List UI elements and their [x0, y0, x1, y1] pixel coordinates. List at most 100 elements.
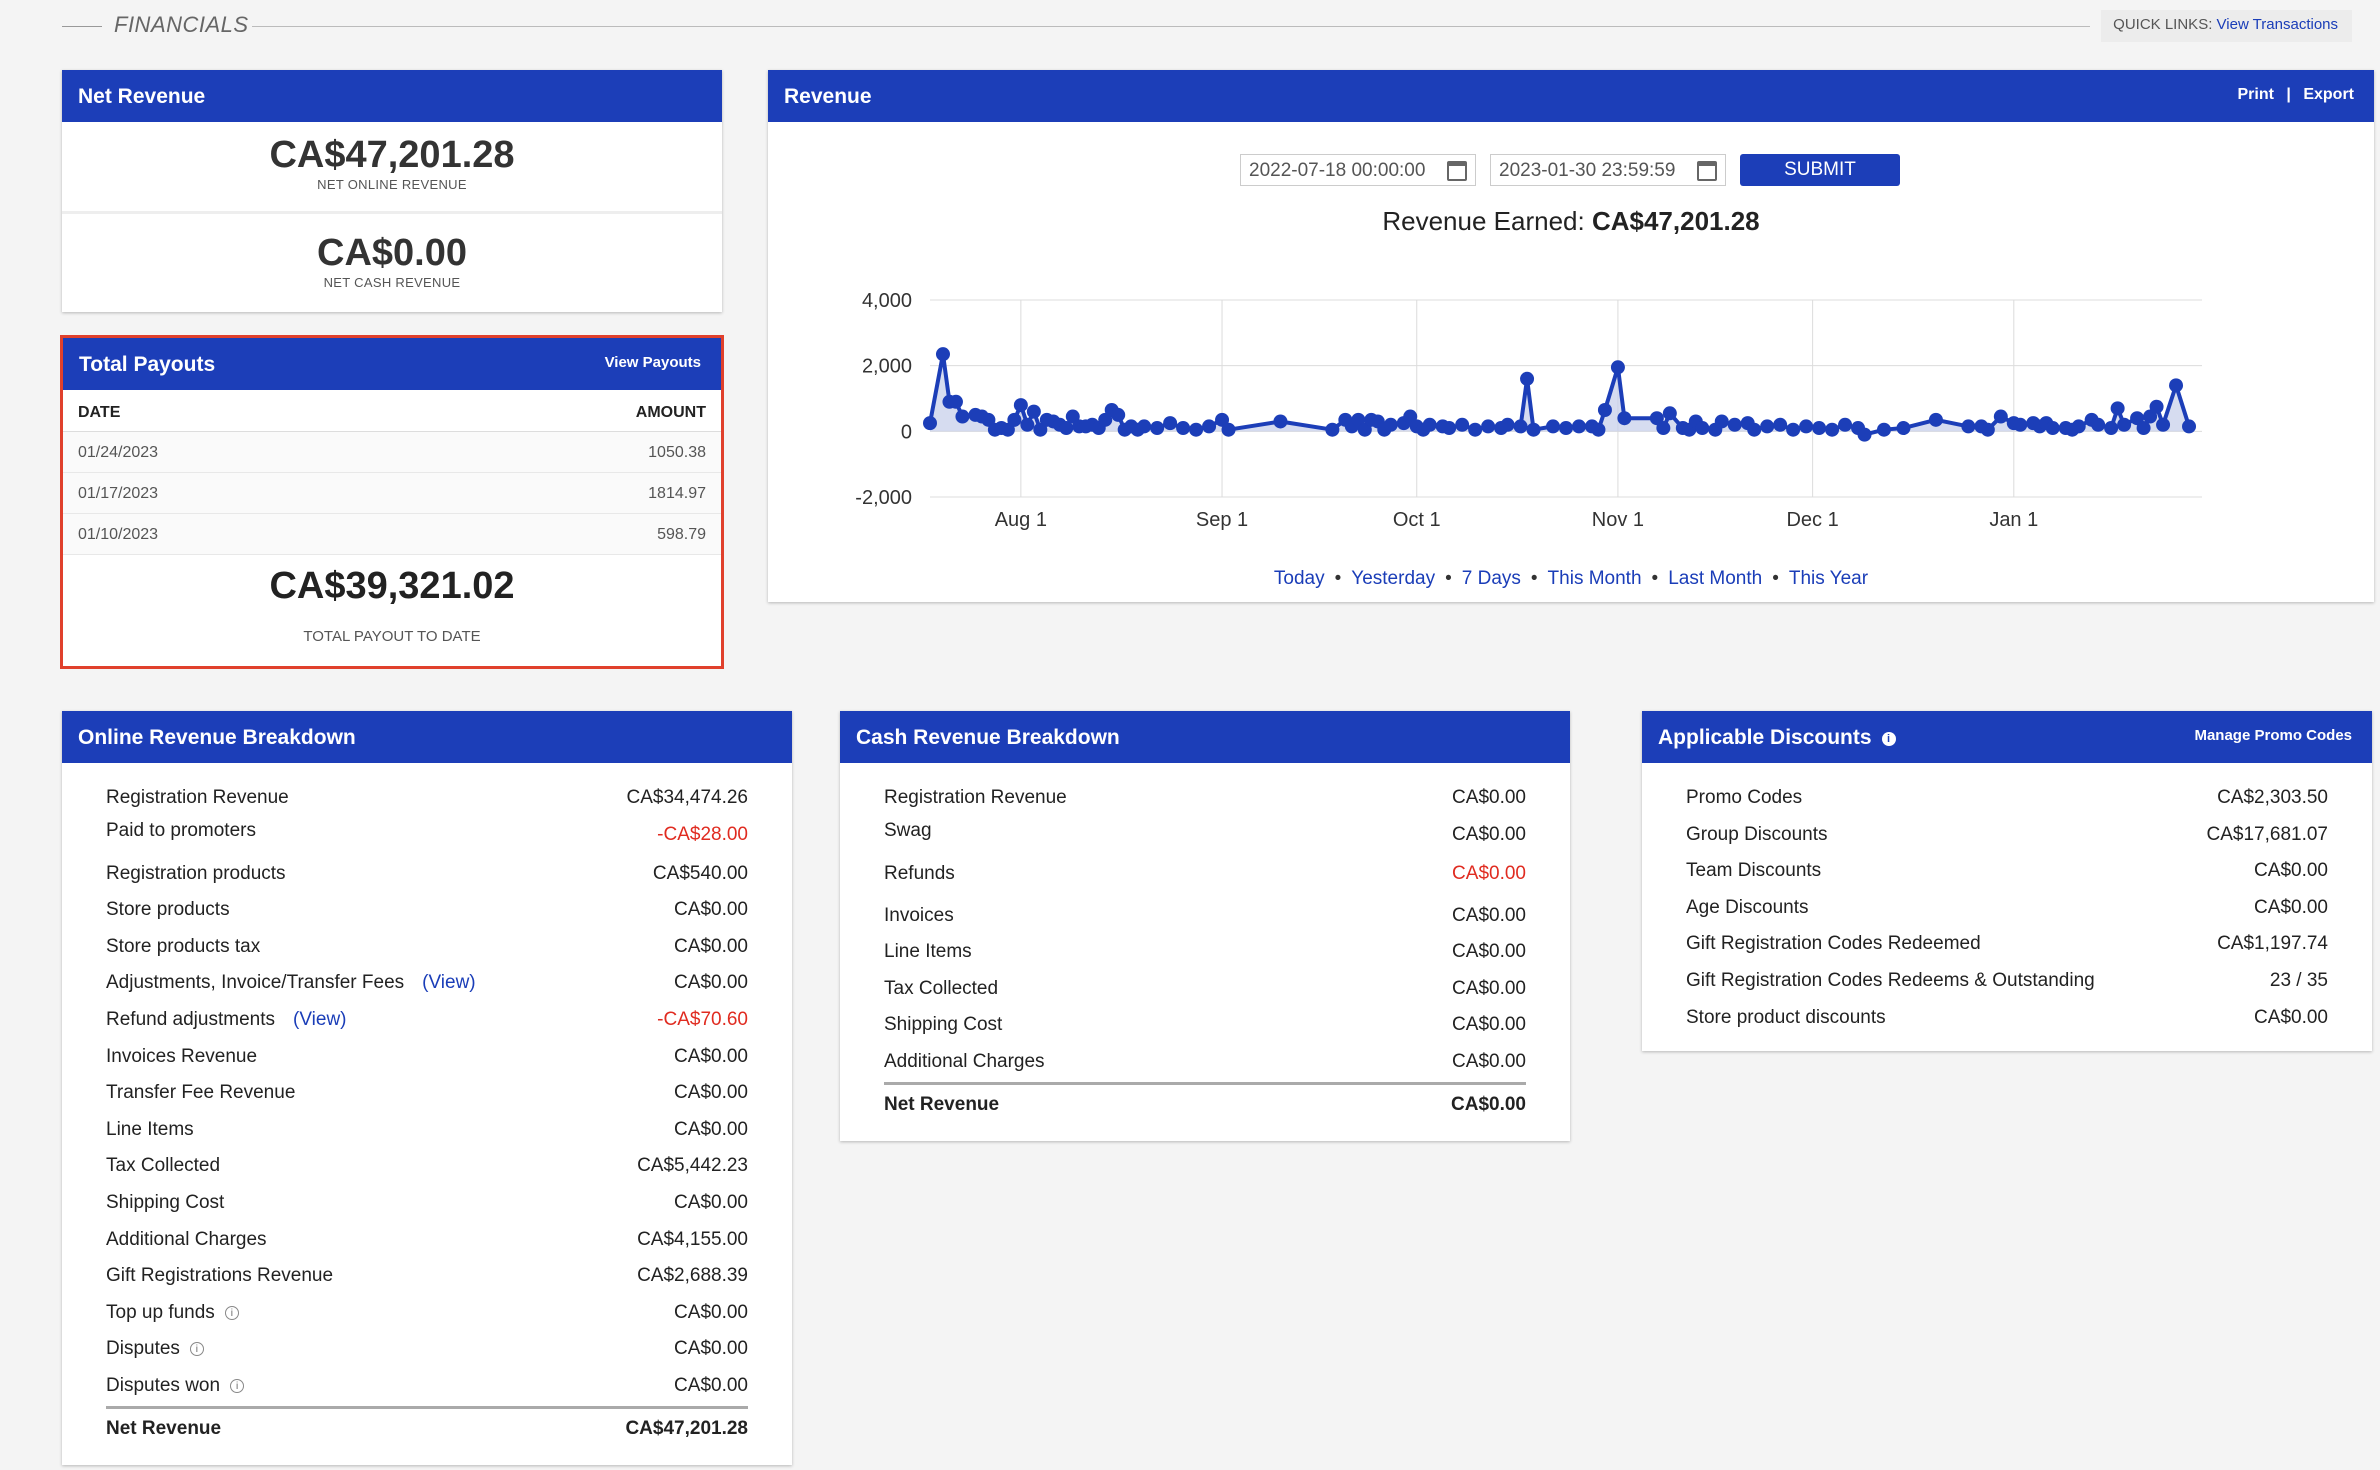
net-revenue-total-row: Net Revenue CA$0.00 — [884, 1081, 1526, 1119]
row-label: Tax Collected — [884, 977, 999, 999]
row-label: Group Discounts — [1686, 823, 1828, 845]
list-item: Group Discounts CA$17,681.07 — [1686, 818, 2328, 855]
x-tick-label: Dec 1 — [1786, 509, 1838, 531]
row-value: CA$34,474.26 — [626, 787, 749, 808]
column-header-date: DATE — [78, 404, 121, 421]
row-value: CA$0.00 — [674, 1301, 748, 1323]
separator: • — [1651, 568, 1659, 589]
row-label: Gift Registration Codes Redeems & Outsta… — [1686, 969, 2095, 991]
data-point — [1520, 371, 1535, 386]
row-label: Gift Registrations Revenue — [106, 1265, 334, 1287]
row-value: CA$0.00 — [1452, 1014, 1526, 1036]
net-cash-revenue-caption: NET CASH REVENUE — [323, 275, 461, 290]
net-online-revenue-caption: NET ONLINE REVENUE — [317, 177, 467, 192]
data-point — [1513, 419, 1528, 434]
divider — [62, 26, 102, 27]
data-point — [1526, 422, 1541, 437]
separator: • — [1772, 568, 1779, 589]
data-point — [1656, 421, 1671, 436]
row-label: Registration Revenue — [884, 787, 1067, 808]
data-point — [2110, 401, 2125, 416]
range-today-link[interactable]: Today — [1274, 568, 1325, 589]
range-7-days-link[interactable]: 7 Days — [1462, 568, 1521, 589]
info-icon[interactable]: i — [224, 1305, 239, 1320]
range-this-month-link[interactable]: This Month — [1548, 568, 1642, 589]
list-item: Line Items CA$0.00 — [884, 935, 1526, 972]
list-item: Invoices CA$0.00 — [884, 899, 1526, 936]
list-item: Store products CA$0.00 — [106, 893, 748, 930]
list-item: Top up funds i CA$0.00 — [106, 1296, 748, 1333]
info-icon[interactable]: i — [1881, 732, 1896, 746]
net-online-revenue-value: CA$47,201.28 — [269, 134, 515, 176]
data-point — [2045, 421, 2060, 436]
data-point — [2117, 417, 2132, 432]
online-revenue-breakdown-header: Online Revenue Breakdown — [62, 711, 792, 763]
data-point — [935, 347, 950, 362]
y-tick-label: -2,000 — [855, 487, 912, 509]
row-value: CA$540.00 — [652, 862, 748, 884]
list-item: Disputes i CA$0.00 — [106, 1332, 748, 1369]
data-point — [1500, 417, 1515, 432]
data-point — [2071, 419, 2086, 434]
column-header-amount: AMOUNT — [635, 404, 706, 421]
applicable-discounts-panel: Applicable Discounts i Manage Promo Codes… — [1642, 711, 2372, 1051]
quick-links-label: QUICK LINKS: — [2113, 16, 2213, 33]
row-label: Swag — [884, 819, 932, 841]
data-point — [1442, 421, 1457, 436]
net-cash-revenue: CA$0.00 NET CASH REVENUE — [62, 220, 722, 312]
revenue-panel: Revenue Print | Export 2022-07-18 00:00:… — [768, 70, 2374, 602]
row-value: CA$0.00 — [674, 935, 748, 957]
list-item: Gift Registrations Revenue CA$2,688.39 — [106, 1259, 748, 1296]
data-point — [2091, 417, 2106, 432]
list-item: Shipping Cost CA$0.00 — [884, 1008, 1526, 1045]
x-tick-label: Aug 1 — [995, 509, 1047, 531]
row-value: CA$0.00 — [2254, 860, 2328, 882]
view-adjustments-link[interactable]: (View) — [422, 972, 476, 993]
data-point — [1007, 412, 1022, 427]
data-point — [1383, 417, 1398, 432]
data-point — [1662, 406, 1677, 421]
separator: • — [1445, 568, 1452, 589]
list-item: Registration Revenue CA$0.00 — [884, 781, 1526, 818]
row-value: CA$0.00 — [674, 1082, 748, 1104]
online-revenue-list: Registration Revenue CA$34,474.26 Paid to… — [106, 781, 748, 1442]
data-point — [1877, 422, 1891, 437]
total-payout-value: CA$39,321.02 — [269, 565, 515, 607]
payout-amount: 1050.38 — [648, 444, 706, 461]
row-label: Shipping Cost — [106, 1191, 225, 1213]
view-transactions-link[interactable]: View Transactions — [2217, 16, 2338, 33]
y-tick-label: 4,000 — [862, 290, 912, 312]
list-item: Refunds CA$0.00 — [884, 857, 1526, 899]
row-value: CA$4,155.00 — [637, 1228, 748, 1250]
quick-links: QUICK LINKS: View Transactions — [2101, 10, 2352, 42]
info-icon[interactable]: i — [189, 1342, 204, 1357]
row-label: Net Revenue — [106, 1417, 222, 1439]
data-point — [1481, 419, 1496, 434]
net-revenue-total-row: Net Revenue CA$47,201.28 — [106, 1405, 748, 1443]
data-point — [1189, 422, 1204, 437]
list-item: Gift Registration Codes Redeems & Outsta… — [1686, 964, 2328, 1001]
data-point — [1163, 416, 1178, 431]
data-point — [1013, 398, 1028, 413]
discounts-list: Promo Codes CA$2,303.50 Group Discounts CA… — [1686, 781, 2328, 1037]
view-payouts-link[interactable]: View Payouts — [605, 354, 701, 371]
panel-title: Applicable Discounts — [1658, 726, 1872, 749]
cash-revenue-list: Registration Revenue CA$0.00 Swag CA$0.00 … — [884, 781, 1526, 1118]
payout-date: 01/17/2023 — [78, 485, 159, 502]
range-yesterday-link[interactable]: Yesterday — [1351, 568, 1435, 589]
payout-amount: 598.79 — [657, 526, 706, 543]
view-refund-adjustments-link[interactable]: (View) — [293, 1009, 347, 1030]
row-label: Invoices Revenue — [106, 1045, 258, 1067]
row-label: Store product discounts — [1686, 1006, 1886, 1028]
range-last-month-link[interactable]: Last Month — [1668, 568, 1762, 589]
net-revenue-header: Net Revenue — [62, 70, 722, 122]
revenue-chart: 4,000 2,000 0 -2,000 Aug 1 Sep 1 Oct 1 Nov 1 Dec… — [855, 290, 2202, 531]
data-point — [1150, 421, 1165, 436]
manage-promo-codes-link[interactable]: Manage Promo Codes — [2194, 727, 2352, 744]
x-tick-label: Sep 1 — [1196, 509, 1248, 531]
payout-amount: 1814.97 — [648, 485, 706, 502]
panel-title: Total Payouts — [79, 353, 216, 376]
range-this-year-link[interactable]: This Year — [1789, 568, 1868, 589]
data-point — [1812, 421, 1827, 436]
info-icon[interactable]: i — [230, 1378, 245, 1393]
